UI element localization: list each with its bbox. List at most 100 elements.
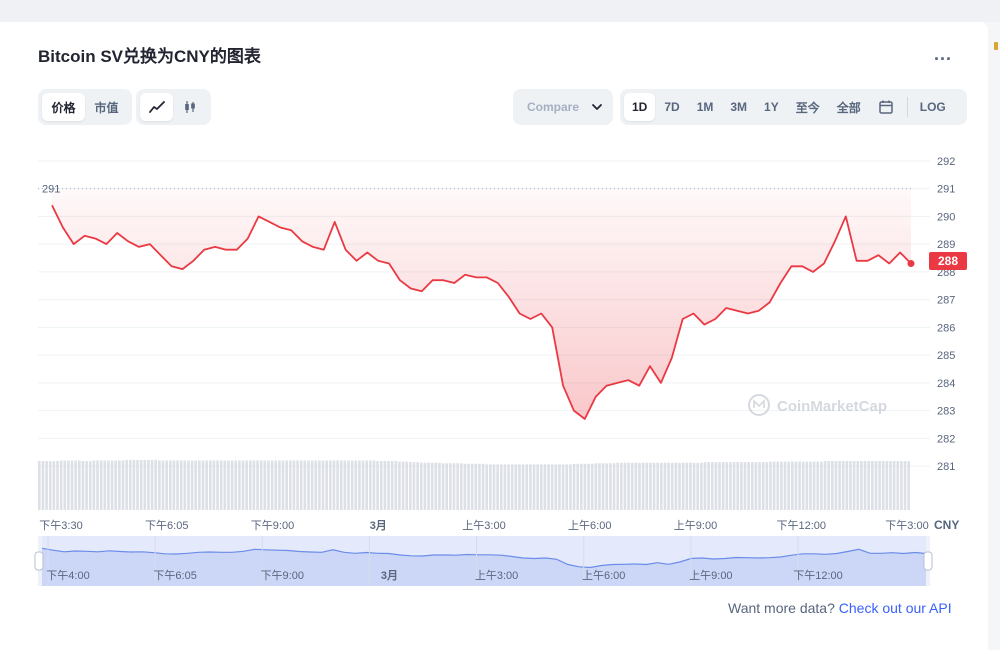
volume-bar	[667, 462, 670, 510]
volume-bar	[856, 461, 860, 510]
volume-bar	[96, 460, 99, 510]
range-1d[interactable]: 1D	[624, 93, 656, 121]
volume-bar	[816, 461, 820, 510]
volume-bar	[99, 460, 103, 510]
volume-bar	[267, 460, 270, 510]
navigator-x-tick-label: 下午12:00	[793, 569, 843, 582]
volume-bar	[765, 462, 769, 510]
volume-bar	[499, 464, 503, 510]
volume-bar	[107, 460, 110, 510]
navigator-x-tick-label: 下午9:00	[261, 569, 304, 582]
y-tick-label: 286	[937, 322, 955, 334]
volume-bar	[245, 460, 248, 510]
volume-bar	[569, 464, 572, 510]
volume-bar	[179, 460, 183, 510]
calendar-button[interactable]	[870, 93, 902, 121]
tab-market-cap[interactable]: 市值	[85, 93, 128, 121]
volume-bar	[780, 461, 783, 510]
volume-bar	[681, 462, 685, 510]
range-all[interactable]: 全部	[829, 93, 869, 121]
navigator-x-tick-label: 上午6:00	[582, 569, 625, 582]
volume-bar	[823, 461, 827, 510]
volume-bar	[405, 461, 409, 510]
volume-bar	[583, 463, 587, 510]
top-strip	[0, 0, 1000, 22]
volume-bar	[576, 463, 579, 510]
volume-bar	[234, 460, 238, 510]
volume-bar	[554, 464, 558, 510]
range-1y[interactable]: 1Y	[756, 93, 787, 121]
volume-bar	[292, 460, 296, 510]
volume-bar	[147, 459, 150, 510]
volume-bar	[707, 462, 710, 510]
navigator-x-tick-label: 上午3:00	[475, 569, 518, 582]
tab-price[interactable]: 价格	[42, 93, 85, 121]
y-tick-label: 283	[937, 406, 955, 418]
volume-bar	[798, 461, 801, 510]
open-reference-label: 291	[42, 184, 60, 196]
chart-type-toggle	[136, 89, 211, 125]
range-1m[interactable]: 1M	[689, 93, 722, 121]
volume-bar	[459, 463, 463, 510]
log-scale-toggle[interactable]: LOG	[912, 93, 954, 121]
x-tick-label: 上午9:00	[674, 519, 717, 532]
volume-bar	[329, 460, 332, 510]
navigator-left-handle[interactable]	[34, 551, 44, 571]
volume-bar	[736, 462, 740, 510]
candlestick-button[interactable]	[173, 93, 206, 121]
volume-bar	[401, 461, 405, 510]
volume-bar	[216, 460, 219, 510]
volume-bar	[703, 462, 707, 510]
volume-bar	[561, 464, 565, 510]
volume-bar	[59, 460, 63, 510]
volume-bar	[892, 461, 896, 510]
volume-bar	[718, 462, 721, 510]
volume-bar	[481, 463, 485, 510]
api-link[interactable]: Check out our API	[839, 600, 952, 616]
volume-bar	[881, 461, 885, 510]
volume-bar	[256, 460, 259, 510]
last-price-dot	[907, 260, 915, 268]
y-tick-label: 291	[937, 184, 955, 196]
volume-bar	[303, 460, 307, 510]
volume-bar	[896, 461, 900, 510]
compare-dropdown[interactable]: Compare	[513, 89, 613, 125]
volume-bar	[609, 463, 612, 510]
range-3m[interactable]: 3M	[722, 93, 755, 121]
volume-bar	[852, 461, 856, 510]
volume-bar	[321, 460, 325, 510]
volume-bar	[663, 462, 667, 510]
range-ytd[interactable]: 至今	[788, 93, 828, 121]
volume-bar	[732, 462, 736, 510]
volume-bar	[867, 461, 870, 510]
navigator-x-tick-label: 上午9:00	[689, 569, 732, 582]
price-chart: 291 CoinMarketCap 292 291 290 289 288 287 286 2…	[34, 156, 967, 586]
volume-bar	[638, 462, 641, 510]
range-navigator[interactable]: 下午4:00 下午6:05 下午9:00 3月 上午3:00 上午6:00 上午9:00 下午…	[34, 536, 933, 586]
volume-bar	[369, 460, 372, 510]
more-options-button[interactable]: ...	[934, 44, 952, 65]
volume-bar	[747, 462, 750, 510]
volume-bar	[849, 461, 852, 510]
volume-bar	[489, 464, 492, 510]
volume-bar	[332, 460, 336, 510]
volume-bar	[223, 460, 227, 510]
volume-bar	[194, 460, 198, 510]
volume-bar	[183, 460, 187, 510]
volume-bar	[678, 462, 681, 510]
volume-bar	[201, 460, 205, 510]
volume-bar	[379, 461, 383, 510]
x-tick-label: 下午3:00	[885, 519, 928, 532]
volume-bar	[168, 460, 172, 510]
volume-bar	[136, 459, 139, 510]
volume-bar	[841, 461, 845, 510]
range-7d[interactable]: 7D	[656, 93, 687, 121]
line-chart-button[interactable]	[140, 93, 173, 121]
volume-bar	[165, 460, 168, 510]
volume-bar	[38, 461, 41, 510]
navigator-right-handle[interactable]	[923, 551, 933, 571]
volume-bar	[390, 461, 394, 510]
volume-bar	[696, 462, 700, 510]
volume-bar	[318, 460, 321, 510]
volume-bar	[350, 460, 354, 510]
